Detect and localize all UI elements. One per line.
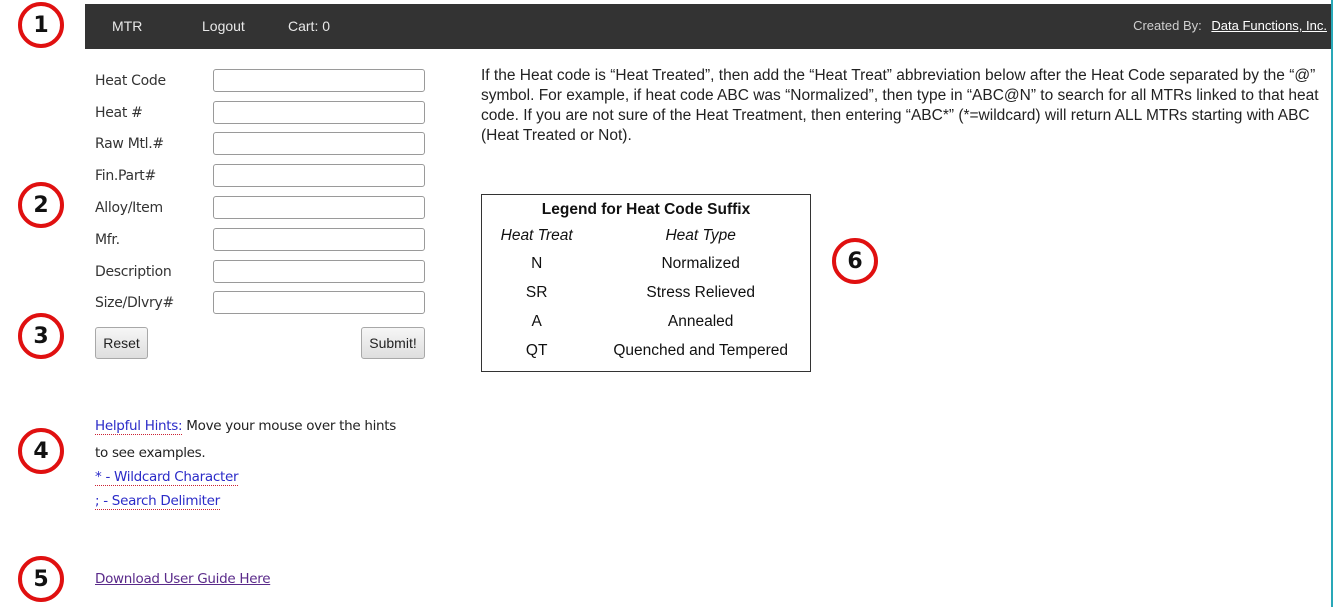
heat-code-legend: Legend for Heat Code Suffix Heat Treat H… bbox=[481, 194, 811, 372]
callout-3: 3 bbox=[18, 313, 64, 359]
submit-button[interactable]: Submit! bbox=[361, 327, 425, 359]
hint-wildcard[interactable]: * - Wildcard Character bbox=[95, 469, 239, 486]
download-user-guide-link[interactable]: Download User Guide Here bbox=[95, 571, 271, 587]
heat-code-label: Heat Code bbox=[95, 73, 166, 89]
alloy-item-label: Alloy/Item bbox=[95, 200, 163, 216]
manufacturer-input[interactable] bbox=[213, 228, 425, 251]
legend-header-row: Heat Treat Heat Type bbox=[482, 223, 810, 249]
legend-type: Normalized bbox=[661, 254, 740, 272]
description-input[interactable] bbox=[213, 260, 425, 283]
legend-row: A Annealed bbox=[482, 307, 810, 336]
hint-item: ; - Search Delimiter bbox=[95, 493, 220, 510]
legend-type: Stress Relieved bbox=[646, 283, 755, 301]
callout-1: 1 bbox=[18, 2, 64, 48]
hints-text-line2: to see examples. bbox=[95, 445, 206, 461]
reset-button[interactable]: Reset bbox=[95, 327, 148, 359]
legend-header-heat-treat: Heat Treat bbox=[500, 227, 573, 244]
description-label: Description bbox=[95, 264, 172, 280]
right-edge-line bbox=[1331, 0, 1333, 607]
legend-header-heat-type: Heat Type bbox=[665, 227, 736, 244]
legend-type: Quenched and Tempered bbox=[613, 341, 788, 359]
created-by: Created By: Data Functions, Inc. bbox=[1133, 18, 1327, 33]
finished-part-label: Fin.Part# bbox=[95, 168, 156, 184]
hint-item: * - Wildcard Character bbox=[95, 469, 239, 486]
hints-title[interactable]: Helpful Hints: bbox=[95, 418, 183, 435]
callout-5: 5 bbox=[18, 556, 64, 602]
legend-row: QT Quenched and Tempered bbox=[482, 336, 810, 365]
nav-link-cart[interactable]: Cart: 0 bbox=[288, 18, 330, 34]
raw-material-label: Raw Mtl.# bbox=[95, 136, 164, 152]
nav-link-mtr[interactable]: MTR bbox=[112, 18, 142, 34]
hints-intro: Helpful Hints: Move your mouse over the … bbox=[95, 418, 397, 435]
legend-row: N Normalized bbox=[482, 249, 810, 278]
heat-number-label: Heat # bbox=[95, 105, 143, 121]
legend-code: N bbox=[531, 254, 543, 272]
created-by-label: Created By: bbox=[1133, 18, 1202, 33]
callout-2: 2 bbox=[18, 182, 64, 228]
nav-link-logout[interactable]: Logout bbox=[202, 18, 245, 34]
size-delivery-input[interactable] bbox=[213, 291, 425, 314]
size-delivery-label: Size/Dlvry# bbox=[95, 295, 174, 311]
legend-code: A bbox=[531, 312, 542, 330]
manufacturer-label: Mfr. bbox=[95, 232, 120, 248]
legend-type: Annealed bbox=[667, 312, 734, 330]
heat-number-input[interactable] bbox=[213, 101, 425, 124]
callout-4: 4 bbox=[18, 428, 64, 474]
alloy-item-input[interactable] bbox=[213, 196, 425, 219]
company-link[interactable]: Data Functions, Inc. bbox=[1211, 18, 1327, 33]
finished-part-input[interactable] bbox=[213, 164, 425, 187]
top-navbar: MTR Logout Cart: 0 Created By: Data Func… bbox=[85, 4, 1331, 49]
callout-6: 6 bbox=[832, 238, 878, 284]
hint-delimiter[interactable]: ; - Search Delimiter bbox=[95, 493, 220, 510]
hints-text-line1: Move your mouse over the hints bbox=[182, 418, 397, 434]
heat-code-input[interactable] bbox=[213, 69, 425, 92]
legend-code: SR bbox=[525, 283, 548, 301]
raw-material-input[interactable] bbox=[213, 132, 425, 155]
legend-title: Legend for Heat Code Suffix bbox=[541, 201, 751, 218]
heat-code-instructions: If the Heat code is “Heat Treated”, then… bbox=[481, 67, 1319, 144]
legend-code: QT bbox=[525, 341, 548, 359]
legend-row: SR Stress Relieved bbox=[482, 278, 810, 307]
